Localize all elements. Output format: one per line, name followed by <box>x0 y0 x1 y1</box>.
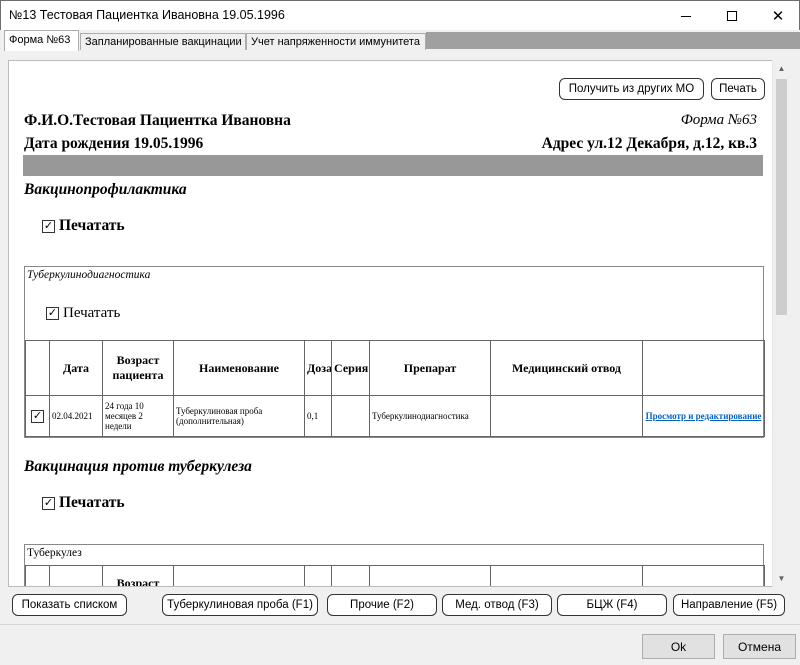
med-exempt-button[interactable]: Мед. отвод (F3) <box>442 594 552 616</box>
other-button[interactable]: Прочие (F2) <box>327 594 437 616</box>
tb-frame: Туберкулез Возраст <box>24 544 765 586</box>
row-drug: Туберкулинодиагностика <box>369 395 491 437</box>
row-age: 24 года 10 месяцев 2 недели <box>102 395 174 437</box>
tab-form-63[interactable]: Форма №63 <box>4 30 79 51</box>
tuberculino-print-label: Печатать <box>63 305 121 321</box>
tuberculin-test-button[interactable]: Туберкулиновая проба (F1) <box>162 594 318 616</box>
tab-strip-fill <box>426 32 800 49</box>
scroll-up-icon[interactable]: ▲ <box>773 60 790 77</box>
tb-table: Возраст <box>25 565 765 586</box>
tab-planned-vaccinations[interactable]: Запланированные вакцинации <box>80 33 246 50</box>
ok-button[interactable]: Ok <box>642 634 715 659</box>
bcg-button[interactable]: БЦЖ (F4) <box>557 594 667 616</box>
tb-col-drug <box>369 565 491 586</box>
col-name: Наименование <box>173 340 305 396</box>
row-med-exempt <box>490 395 643 437</box>
scroll-down-icon[interactable]: ▼ <box>773 570 790 587</box>
table-header-row: Дата Возраст пациента Наименование Доза … <box>25 340 765 396</box>
col-date: Дата <box>49 340 103 396</box>
row-select-checkbox[interactable]: ✓ <box>31 409 44 423</box>
tb-col-name <box>173 565 305 586</box>
close-button[interactable]: ✕ <box>755 1 800 31</box>
tb-header-row: Возраст <box>25 565 765 586</box>
tuberculino-title: Туберкулинодиагностика <box>27 269 151 281</box>
section-tb-vaccination-title: Вакцинация против туберкулеза <box>24 458 252 475</box>
get-from-other-mo-button[interactable]: Получить из других МО <box>559 78 704 100</box>
tuberculino-print-toggle[interactable]: ✓ Печатать <box>46 305 120 322</box>
tb-col-med-exempt <box>490 565 643 586</box>
row-date: 02.04.2021 <box>49 395 103 437</box>
referral-button[interactable]: Направление (F5) <box>673 594 785 616</box>
scroll-thumb[interactable] <box>776 79 787 315</box>
col-action <box>642 340 765 396</box>
form-number: Форма №63 <box>680 112 757 128</box>
action-bar: Показать списком Туберкулиновая проба (F… <box>0 594 800 618</box>
section-vaccine-prophylaxis-title: Вакцинопрофилактика <box>24 181 187 198</box>
show-list-button[interactable]: Показать списком <box>12 594 127 616</box>
tb-col-age: Возраст <box>102 565 174 586</box>
tb-vaccine-print-label: Печатать <box>59 494 125 511</box>
tab-strip: Форма №63 Запланированные вакцинации Уче… <box>0 30 800 51</box>
col-age: Возраст пациента <box>102 340 174 396</box>
close-icon: ✕ <box>771 7 785 25</box>
print-button[interactable]: Печать <box>711 78 765 100</box>
maximize-button[interactable] <box>709 1 755 31</box>
form-63-content: Получить из других МО Печать Ф.И.О.Тесто… <box>8 60 790 587</box>
patient-address: Адрес ул.12 Декабря, д.12, кв.3 <box>541 135 757 152</box>
header-divider <box>23 155 763 176</box>
vaccine-print-toggle[interactable]: ✓ Печатать <box>42 217 125 235</box>
tb-title: Туберкулез <box>27 547 82 559</box>
tb-col-select <box>25 565 50 586</box>
col-med-exempt: Медицинский отвод <box>490 340 643 396</box>
vertical-scrollbar[interactable]: ▲ ▼ <box>772 60 790 587</box>
tuberculino-table: Дата Возраст пациента Наименование Доза … <box>25 340 765 437</box>
row-dose: 0,1 <box>304 395 332 437</box>
patient-fio: Ф.И.О.Тестовая Пациентка Ивановна <box>24 112 291 129</box>
col-dose: Доза <box>304 340 332 396</box>
row-select-cell: ✓ <box>25 395 50 437</box>
tb-vaccine-print-toggle[interactable]: ✓ Печатать <box>42 494 125 512</box>
vaccine-print-checkbox[interactable]: ✓ <box>42 219 55 233</box>
minimize-button[interactable] <box>663 1 709 31</box>
tuberculino-print-checkbox[interactable]: ✓ <box>46 307 59 320</box>
window-title: №13 Тестовая Пациентка Ивановна 19.05.19… <box>9 8 285 22</box>
col-select <box>25 340 50 396</box>
tb-vaccine-print-checkbox[interactable]: ✓ <box>42 496 55 510</box>
tb-col-dose <box>304 565 332 586</box>
tb-col-action <box>642 565 765 586</box>
tb-col-series <box>331 565 370 586</box>
table-row: ✓ 02.04.2021 24 года 10 месяцев 2 недели… <box>25 395 765 437</box>
vaccine-print-label: Печатать <box>59 217 125 234</box>
title-bar: №13 Тестовая Пациентка Ивановна 19.05.19… <box>0 0 800 30</box>
cancel-button[interactable]: Отмена <box>723 634 796 659</box>
document-view: Получить из других МО Печать Ф.И.О.Тесто… <box>9 61 773 586</box>
col-drug: Препарат <box>369 340 491 396</box>
tuberculino-frame: Туберкулинодиагностика ✓ Печатать Дата В… <box>24 266 765 438</box>
tab-immunity-tension[interactable]: Учет напряженности иммунитета <box>246 33 426 50</box>
view-edit-link[interactable]: Просмотр и редактирование <box>642 395 765 437</box>
minimize-icon <box>681 15 691 17</box>
patient-dob: Дата рождения 19.05.1996 <box>24 135 204 152</box>
row-name: Туберкулиновая проба (дополнительная) <box>173 395 305 437</box>
row-series <box>331 395 370 437</box>
col-series: Серия <box>331 340 370 396</box>
tb-col-date <box>49 565 103 586</box>
maximize-icon <box>727 11 737 21</box>
footer-divider <box>0 624 800 625</box>
